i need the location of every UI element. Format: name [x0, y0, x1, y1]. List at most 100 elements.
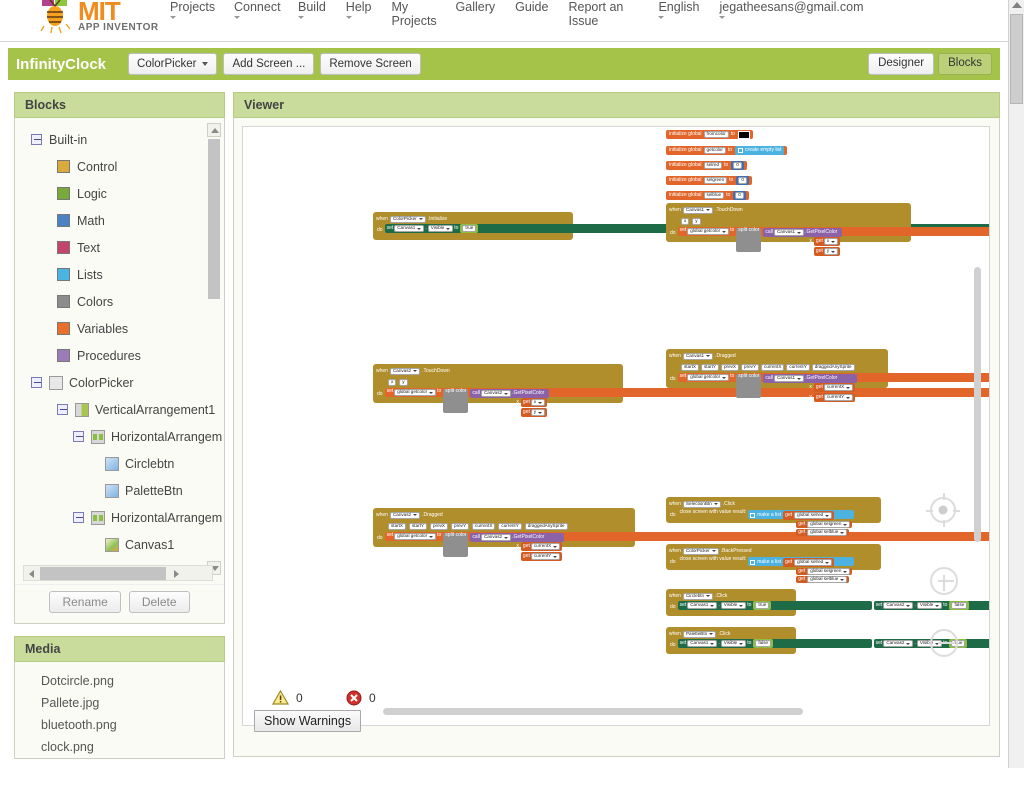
zoom-in-button[interactable] [930, 567, 958, 595]
tree-item-lists[interactable]: Lists [15, 261, 224, 288]
event-param-y[interactable]: y [399, 379, 407, 386]
designer-button[interactable]: Designer [868, 53, 934, 75]
get-global-selred[interactable]: global selred [794, 559, 832, 566]
stmt-close-screen-with-value[interactable]: close screen with value result: make a l… [678, 509, 878, 518]
number-value-selred[interactable]: 0 [733, 162, 742, 169]
component-dropdown-canvas1[interactable]: Canvas1 [683, 353, 713, 360]
component-dropdown-canvas1[interactable]: Canvas1 [683, 207, 713, 214]
number-value-selblue[interactable]: 0 [735, 192, 744, 199]
event-param-currentx[interactable]: currentX [761, 364, 784, 371]
nav-account[interactable]: jegatheesans@gmail.com [709, 0, 873, 19]
property-dropdown-visible[interactable]: Visible [721, 602, 746, 609]
component-dropdown-canvas2[interactable]: Canvas2 [390, 512, 420, 519]
component-dropdown-canvas1[interactable]: Canvas1 [687, 640, 717, 647]
add-screen-button[interactable]: Add Screen ... [223, 53, 314, 75]
event-param-prevy[interactable]: prevY [741, 364, 759, 371]
logic-true[interactable]: true [462, 225, 476, 232]
color-swatch-black[interactable] [738, 131, 750, 139]
tree-item-control[interactable]: Control [15, 153, 224, 180]
component-dropdown-canvas2[interactable]: Canvas2 [883, 602, 913, 609]
block-init-global-selblue[interactable]: initialize global selblue to 0 [666, 191, 749, 200]
global-dropdown-getcolor[interactable]: global getcolor [394, 533, 436, 540]
block-init-global-getcolor[interactable]: initialize global getcolor to create emp… [666, 146, 787, 155]
get-global-selred[interactable]: global selred [794, 512, 832, 519]
stmt-set-global-getcolor[interactable]: set global getcolor to split color callC… [678, 373, 990, 382]
tree-vertical-scrollbar[interactable] [207, 123, 221, 575]
tree-item-built-in[interactable]: Built-in [15, 126, 224, 153]
tree-item-circlebtn[interactable]: Circlebtn [15, 450, 224, 477]
block-palettebtn-click[interactable]: when PaletteBtn .Click do set Canvas1. V… [666, 627, 796, 654]
global-name-selblue[interactable]: selblue [704, 192, 725, 199]
global-dropdown-getcolor[interactable]: global getcolor [394, 389, 436, 396]
event-param-starty[interactable]: startY [409, 523, 427, 530]
event-param-currenty[interactable]: currentY [498, 523, 521, 530]
zoom-out-button[interactable] [930, 629, 958, 657]
stmt-set-global-getcolor[interactable]: set global getcolor to split color call … [385, 388, 990, 397]
component-dropdown-palettebtn[interactable]: PaletteBtn [683, 631, 716, 638]
block-init-global-selred[interactable]: initialize global selred to 0 [666, 161, 747, 170]
component-dropdown-selectionbtn[interactable]: SelectionBtn [683, 501, 721, 508]
block-canvas2-touchdown[interactable]: when Canvas2 .TouchDown x y do set g [373, 364, 633, 403]
component-dropdown-canvas1[interactable]: Canvas1 [774, 375, 804, 382]
event-param-draggedanysprite[interactable]: draggedAnySprite [812, 364, 855, 371]
get-global-selblue[interactable]: global selblue [807, 576, 847, 583]
tree-item-procedures[interactable]: Procedures [15, 342, 224, 369]
logic-false[interactable]: false [755, 640, 771, 647]
stmt-set-canvas2-visible-false[interactable]: set Canvas2. Visible to false [874, 601, 990, 610]
collapse-icon[interactable] [31, 377, 42, 388]
scroll-left-arrow-icon[interactable] [25, 567, 38, 580]
scroll-up-arrow-icon[interactable] [207, 123, 221, 137]
component-dropdown-circlebtn[interactable]: Circlebtn [683, 593, 713, 600]
event-param-prevx[interactable]: prevX [430, 523, 448, 530]
media-item-clock[interactable]: clock.png [41, 736, 224, 758]
get-y[interactable]: y [531, 409, 545, 416]
rename-button[interactable]: Rename [49, 591, 120, 613]
get-global-selblue[interactable]: global selblue [807, 529, 847, 536]
tree-horizontal-scrollbar[interactable] [23, 565, 213, 581]
collapse-icon[interactable] [57, 404, 68, 415]
media-item-pallete[interactable]: Pallete.jpg [41, 692, 224, 714]
tree-item-verticalarrangement1[interactable]: VerticalArrangement1 [15, 396, 224, 423]
block-canvas2-dragged[interactable]: when Canvas2 .Dragged startX startY prev… [373, 508, 643, 547]
component-dropdown-canvas2[interactable]: Canvas2 [481, 534, 511, 541]
event-param-draggedanysprite[interactable]: draggedAnySprite [525, 523, 568, 530]
collapse-icon[interactable] [73, 431, 84, 442]
block-canvas1-dragged[interactable]: when Canvas1 .Dragged startX startY prev… [666, 349, 916, 388]
tree-item-text[interactable]: Text [15, 234, 224, 261]
block-circlebtn-click[interactable]: when Circlebtn .Click do set Canvas1. Vi… [666, 589, 796, 616]
component-dropdown-canvas2[interactable]: Canvas2 [481, 390, 511, 397]
stmt-close-screen-with-value[interactable]: close screen with value result: make a l… [678, 556, 878, 565]
block-init-global-selgreen[interactable]: initialize global selgreen to 0 [666, 176, 752, 185]
collapse-icon[interactable] [31, 134, 42, 145]
remove-screen-button[interactable]: Remove Screen [320, 53, 420, 75]
stmt-set-canvas1-visible-true[interactable]: set Canvas1. Visible to true [678, 601, 873, 610]
global-name-fromcolor[interactable]: fromcolor [704, 131, 729, 138]
nav-language[interactable]: English [648, 0, 709, 19]
component-dropdown-canvas1[interactable]: Canvas1 [774, 229, 804, 236]
component-dropdown-canvas2[interactable]: Canvas2 [390, 368, 420, 375]
delete-button[interactable]: Delete [129, 591, 190, 613]
blocks-button[interactable]: Blocks [938, 53, 992, 75]
property-dropdown-visible[interactable]: Visible [428, 225, 453, 232]
nav-guide[interactable]: Guide [505, 0, 558, 14]
get-currentx[interactable]: currentX [531, 543, 560, 550]
event-param-currenty[interactable]: currentY [786, 364, 809, 371]
tree-item-math[interactable]: Math [15, 207, 224, 234]
logic-false[interactable]: false [951, 602, 967, 609]
event-param-startx[interactable]: startX [681, 364, 699, 371]
event-param-startx[interactable]: startX [388, 523, 406, 530]
nav-build[interactable]: Build [288, 0, 336, 19]
collapse-icon[interactable] [73, 512, 84, 523]
property-dropdown-visible[interactable]: Visible [721, 640, 746, 647]
stmt-set-global-getcolor[interactable]: set global getcolor to split color callC… [678, 227, 990, 236]
component-dropdown-canvas2[interactable]: Canvas2 [883, 640, 913, 647]
mit-app-inventor-logo[interactable]: MIT APP INVENTOR [0, 0, 160, 42]
event-param-prevx[interactable]: prevX [721, 364, 739, 371]
center-workspace-button[interactable] [930, 497, 956, 523]
tree-item-palettebtn[interactable]: PaletteBtn [15, 477, 224, 504]
block-colorpicker-initialize[interactable]: when ColorPicker .Initialize do set Canv… [373, 212, 588, 240]
scroll-right-arrow-icon[interactable] [171, 567, 184, 580]
scrollbar-thumb[interactable] [1010, 14, 1023, 104]
property-dropdown-visible[interactable]: Visible [917, 602, 942, 609]
get-currentx[interactable]: currentX [824, 384, 853, 391]
